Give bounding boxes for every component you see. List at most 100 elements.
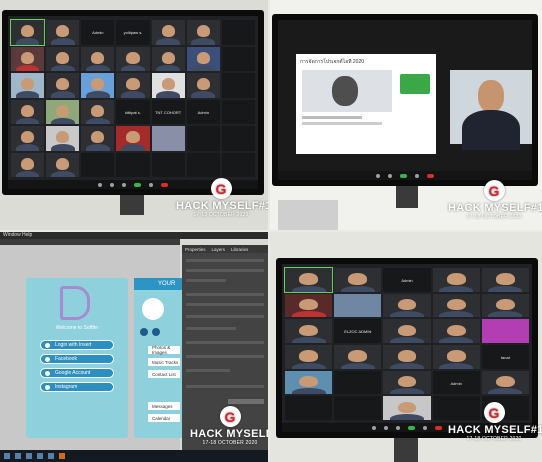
monitor: การจัดการโปรเจกต์ไอที 2020 bbox=[272, 14, 538, 186]
app-icon[interactable] bbox=[48, 453, 54, 459]
search-icon[interactable] bbox=[15, 453, 21, 459]
participant-tile bbox=[116, 46, 150, 71]
video-icon[interactable] bbox=[384, 425, 388, 430]
participant-tile: yolitpaw s. bbox=[116, 20, 150, 45]
event-title: HACK MYSELF#1 bbox=[448, 202, 542, 214]
monitor: Admin yolitpaw s. kittipat s. TNT COHORT… bbox=[2, 10, 264, 195]
app-icon[interactable] bbox=[26, 453, 32, 459]
leave-icon[interactable] bbox=[161, 182, 168, 187]
participant-tile bbox=[383, 319, 431, 343]
participant-tile bbox=[46, 20, 80, 45]
participants-icon[interactable] bbox=[122, 182, 126, 187]
video-call-screen: การจัดการโปรเจกต์ไอที 2020 bbox=[278, 20, 532, 180]
event-date: 17-18 OCTOBER 2020 bbox=[193, 212, 249, 218]
participant-tile bbox=[81, 126, 115, 151]
participant-tile bbox=[11, 126, 45, 151]
participant-tile bbox=[334, 293, 382, 318]
participant-grid: Admin yolitpaw s. kittipat s. TNT COHORT… bbox=[9, 19, 255, 177]
slide-photo bbox=[302, 70, 392, 112]
event-logo: G bbox=[483, 402, 505, 423]
chat-icon[interactable] bbox=[423, 425, 427, 430]
monitor-stand bbox=[120, 195, 144, 215]
leave-icon[interactable] bbox=[435, 425, 442, 430]
google-button[interactable]: Google Account bbox=[40, 368, 114, 378]
participant-tile bbox=[481, 370, 529, 395]
chat-icon[interactable] bbox=[415, 173, 419, 178]
photo-bottom-left: Window Help Welcome to Softfer Login wit… bbox=[0, 232, 268, 462]
participants-icon[interactable] bbox=[396, 425, 400, 430]
participant-tile bbox=[383, 370, 431, 395]
participant-tile bbox=[221, 99, 255, 124]
event-logo: G bbox=[210, 178, 232, 199]
participant-tile: TNT COHORT bbox=[151, 99, 185, 124]
start-icon[interactable] bbox=[4, 453, 10, 459]
share-screen-icon[interactable] bbox=[400, 173, 407, 178]
mic-icon[interactable] bbox=[372, 425, 376, 430]
participant-tile bbox=[432, 319, 480, 343]
participant-tile bbox=[81, 73, 115, 98]
participant-tile bbox=[221, 152, 255, 177]
menu-help[interactable]: Help bbox=[22, 232, 32, 238]
participant-tile bbox=[221, 46, 255, 71]
participant-tile bbox=[46, 73, 80, 98]
tab-libraries[interactable]: Libraries bbox=[231, 247, 248, 252]
artboard-menu: YOUR Photos & Images Music Tracks Contac… bbox=[134, 278, 184, 438]
editor-menubar: Window Help bbox=[0, 232, 268, 239]
participant-tile bbox=[46, 46, 80, 71]
event-watermark: G HACK MYSELF#1 17-18 OCTOBER 2020 bbox=[448, 402, 542, 442]
meeting-toolbar bbox=[278, 171, 532, 180]
participant-tile bbox=[383, 293, 431, 318]
menu-photos[interactable]: Photos & Images bbox=[148, 345, 180, 355]
share-screen-icon[interactable] bbox=[408, 425, 415, 430]
participant-tile bbox=[285, 319, 333, 343]
shared-slide: การจัดการโปรเจกต์ไอที 2020 bbox=[296, 54, 436, 154]
desk-item bbox=[278, 200, 338, 230]
participant-tile: Admin bbox=[432, 370, 480, 395]
app-icon[interactable] bbox=[59, 453, 65, 459]
participant-tile bbox=[334, 396, 382, 420]
mic-icon[interactable] bbox=[98, 182, 102, 187]
app-logo bbox=[60, 286, 90, 320]
event-logo: G bbox=[219, 406, 241, 427]
menu-contacts[interactable]: Contact List bbox=[148, 370, 180, 378]
menu-messages[interactable]: Messages bbox=[148, 402, 180, 410]
app-title: YOUR bbox=[158, 281, 176, 287]
share-screen-icon[interactable] bbox=[134, 182, 141, 187]
tab-layers[interactable]: Layers bbox=[212, 247, 226, 252]
participant-tile bbox=[151, 126, 185, 151]
slide-button bbox=[400, 74, 430, 94]
instagram-icon bbox=[45, 385, 50, 390]
leave-icon[interactable] bbox=[427, 173, 434, 178]
login-icon bbox=[45, 343, 50, 348]
mic-icon[interactable] bbox=[376, 173, 380, 178]
google-icon bbox=[45, 371, 50, 376]
participant-tile bbox=[46, 126, 80, 151]
login-button[interactable]: Login with Insert bbox=[40, 340, 114, 350]
participant-tile bbox=[383, 344, 431, 369]
facebook-button[interactable]: Facebook bbox=[40, 354, 114, 364]
tab-properties[interactable]: Properties bbox=[185, 247, 206, 252]
participant-tile bbox=[285, 344, 333, 369]
app-header: YOUR bbox=[134, 278, 184, 290]
speaker-video bbox=[450, 70, 532, 150]
video-icon[interactable] bbox=[388, 173, 392, 178]
chat-icon[interactable] bbox=[149, 182, 153, 187]
participant-tile bbox=[11, 73, 45, 98]
participant-tile bbox=[481, 319, 529, 343]
participant-tile bbox=[151, 46, 185, 71]
profile-avatar bbox=[142, 298, 164, 320]
properties-tabs: Properties Layers Libraries bbox=[182, 245, 268, 253]
participant-tile bbox=[481, 293, 529, 318]
facebook-icon bbox=[45, 357, 50, 362]
menu-music[interactable]: Music Tracks bbox=[148, 358, 180, 366]
participant-tile bbox=[151, 73, 185, 98]
instagram-button[interactable]: Instagram bbox=[40, 382, 114, 392]
participant-tile bbox=[81, 46, 115, 71]
video-icon[interactable] bbox=[110, 182, 114, 187]
participant-tile bbox=[186, 20, 220, 45]
menu-window[interactable]: Window bbox=[3, 232, 21, 238]
app-icon[interactable] bbox=[37, 453, 43, 459]
participant-tile bbox=[46, 99, 80, 124]
menu-calendar[interactable]: Calendar bbox=[148, 414, 180, 422]
participant-tile bbox=[186, 46, 220, 71]
